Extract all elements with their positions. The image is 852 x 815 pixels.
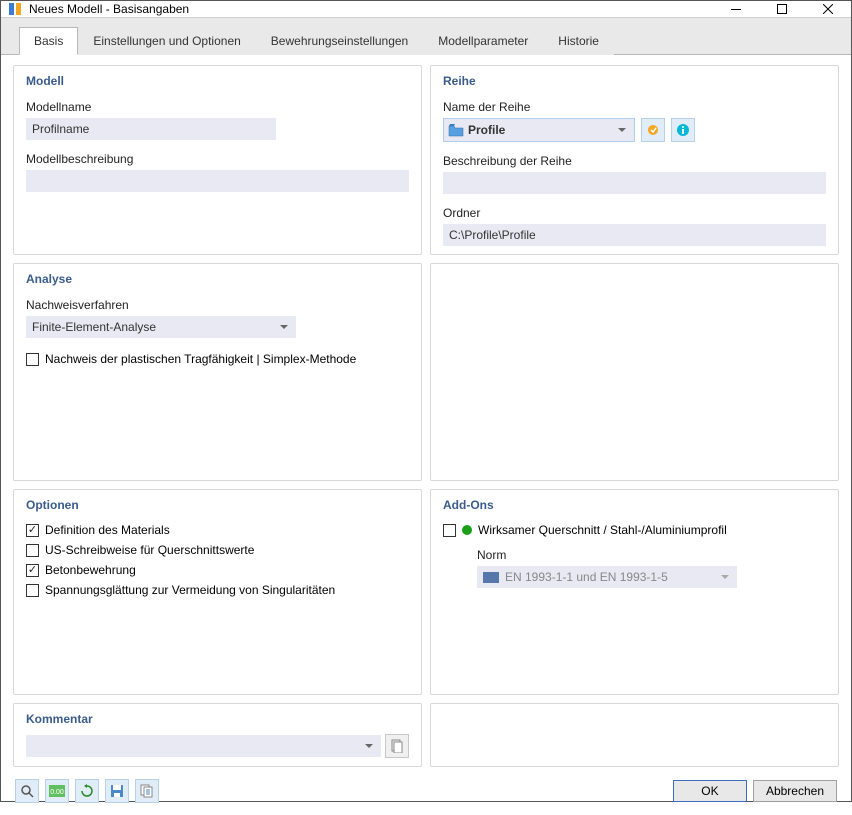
close-button[interactable] xyxy=(805,1,851,17)
tool-units-button[interactable]: 0.00 xyxy=(45,779,69,803)
opt-us-checkbox[interactable] xyxy=(26,544,39,557)
tab-basis[interactable]: Basis xyxy=(19,27,78,55)
group-reihe: Reihe Name der Reihe Profile xyxy=(430,65,839,255)
tool-save-button[interactable] xyxy=(105,779,129,803)
copy-icon xyxy=(140,784,154,798)
tab-reinforcement[interactable]: Bewehrungseinstellungen xyxy=(256,27,423,55)
analyse-method-select[interactable]: Finite-Element-Analyse xyxy=(26,316,296,338)
analyse-method-value: Finite-Element-Analyse xyxy=(32,320,156,334)
opt-stress-checkbox[interactable] xyxy=(26,584,39,597)
group-kommentar: Kommentar xyxy=(13,703,422,767)
modell-name-input[interactable] xyxy=(26,118,276,140)
refresh-icon xyxy=(80,784,94,798)
modell-name-label: Modellname xyxy=(26,100,409,114)
group-addons: Add-Ons Wirksamer Querschnitt / Stahl-/A… xyxy=(430,489,839,695)
group-analyse: Analyse Nachweisverfahren Finite-Element… xyxy=(13,263,422,481)
units-icon: 0.00 xyxy=(49,785,65,797)
group-empty-bottom-right xyxy=(430,703,839,767)
maximize-button[interactable] xyxy=(759,1,805,17)
tool-refresh-button[interactable] xyxy=(75,779,99,803)
reihe-folder-label: Ordner xyxy=(443,206,826,220)
group-title-analyse: Analyse xyxy=(26,272,409,286)
kommentar-input[interactable] xyxy=(26,735,381,757)
tool-help-button[interactable] xyxy=(15,779,39,803)
opt-material-checkbox[interactable] xyxy=(26,524,39,537)
addon-norm-select[interactable]: EN 1993-1-1 und EN 1993-1-5 xyxy=(477,566,737,588)
group-title-reihe: Reihe xyxy=(443,74,826,88)
tab-settings[interactable]: Einstellungen und Optionen xyxy=(78,27,255,55)
save-icon xyxy=(110,784,124,798)
document-icon xyxy=(391,739,403,753)
addon-eff-checkbox[interactable] xyxy=(443,524,456,537)
group-empty-right xyxy=(430,263,839,481)
group-optionen: Optionen Definition des Materials US-Sch… xyxy=(13,489,422,695)
opt-material-label: Definition des Materials xyxy=(45,523,170,537)
analyse-method-label: Nachweisverfahren xyxy=(26,298,409,312)
group-modell: Modell Modellname Modellbeschreibung xyxy=(13,65,422,255)
reihe-select[interactable]: Profile xyxy=(443,118,635,142)
addon-eff-label: Wirksamer Querschnitt / Stahl-/Aluminium… xyxy=(478,523,727,537)
group-title-addons: Add-Ons xyxy=(443,498,826,512)
folder-icon xyxy=(448,123,464,137)
content-area: Modell Modellname Modellbeschreibung Rei… xyxy=(1,55,851,773)
tab-bar: Basis Einstellungen und Optionen Bewehru… xyxy=(1,18,851,55)
reihe-name-label: Name der Reihe xyxy=(443,100,826,114)
opt-stress-label: Spannungsglättung zur Vermeidung von Sin… xyxy=(45,583,335,597)
info-icon xyxy=(676,123,690,137)
tool-copy-button[interactable] xyxy=(135,779,159,803)
opt-us-label: US-Schreibweise für Querschnittswerte xyxy=(45,543,254,557)
reihe-info-button[interactable] xyxy=(671,118,695,142)
svg-text:0.00: 0.00 xyxy=(50,789,64,796)
kommentar-pick-button[interactable] xyxy=(385,734,409,758)
edit-icon xyxy=(646,123,660,137)
cancel-button[interactable]: Abbrechen xyxy=(753,780,837,802)
reihe-desc-label: Beschreibung der Reihe xyxy=(443,154,826,168)
minimize-button[interactable] xyxy=(713,1,759,17)
addon-norm-value: EN 1993-1-1 und EN 1993-1-5 xyxy=(505,570,668,584)
app-icon xyxy=(7,1,23,17)
analyse-plastic-label: Nachweis der plastischen Tragfähigkeit |… xyxy=(45,352,356,366)
window-controls xyxy=(713,1,851,17)
reihe-desc-input[interactable] xyxy=(443,172,826,194)
addon-status-icon xyxy=(462,525,472,535)
eu-flag-icon xyxy=(483,572,499,583)
group-title-kommentar: Kommentar xyxy=(26,712,409,726)
ok-button[interactable]: OK xyxy=(673,780,747,802)
modell-desc-label: Modellbeschreibung xyxy=(26,152,409,166)
magnifier-icon xyxy=(20,784,34,798)
reihe-folder-value: C:\Profile\Profile xyxy=(443,224,826,246)
opt-reinforce-label: Betonbewehrung xyxy=(45,563,136,577)
window-title: Neues Modell - Basisangaben xyxy=(29,2,713,16)
group-title-modell: Modell xyxy=(26,74,409,88)
tab-modelparams[interactable]: Modellparameter xyxy=(423,27,543,55)
modell-desc-input[interactable] xyxy=(26,170,409,192)
analyse-plastic-checkbox[interactable] xyxy=(26,353,39,366)
reihe-edit-button[interactable] xyxy=(641,118,665,142)
titlebar: Neues Modell - Basisangaben xyxy=(1,1,851,18)
footer-bar: 0.00 OK Abbrechen xyxy=(1,773,851,815)
addon-norm-label: Norm xyxy=(477,548,826,562)
tab-history[interactable]: Historie xyxy=(543,27,614,55)
group-title-optionen: Optionen xyxy=(26,498,409,512)
opt-reinforce-checkbox[interactable] xyxy=(26,564,39,577)
reihe-select-value: Profile xyxy=(468,123,505,137)
